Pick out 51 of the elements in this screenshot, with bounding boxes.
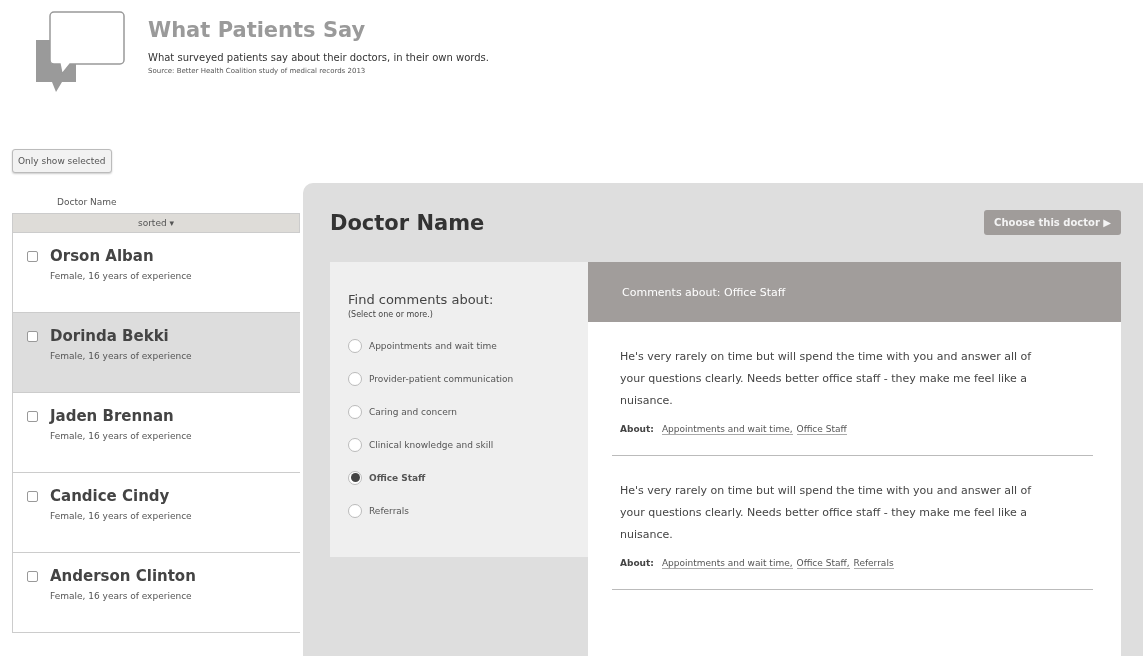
radio-button[interactable]	[348, 404, 362, 419]
doctor-row[interactable]: Dorinda Bekki Female, 16 years of experience	[12, 313, 300, 393]
doctor-row[interactable]: Anderson Clinton Female, 16 years of experience	[12, 553, 300, 633]
speech-bubbles-icon	[34, 10, 126, 92]
sort-bar[interactable]: sorted ▾	[12, 213, 300, 233]
filter-option-label[interactable]: Provider-patient communication	[369, 373, 514, 384]
checkbox[interactable]	[27, 411, 38, 422]
doctor-name: Candice Cindy	[50, 487, 171, 505]
checkbox[interactable]	[27, 331, 38, 342]
page-subtitle: What surveyed patients say about their doctors, in their own words.	[148, 52, 489, 63]
doctor-name: Dorinda Bekki	[50, 327, 170, 345]
comments-heading: Comments about: Office Staff	[588, 262, 1121, 322]
checkbox[interactable]	[27, 491, 38, 502]
only-show-selected-button[interactable]: Only show selected	[12, 149, 112, 173]
topic-link[interactable]: Appointments and wait time,	[661, 558, 793, 569]
radio-button[interactable]	[348, 470, 362, 485]
topic-link[interactable]: Appointments and wait time,	[661, 424, 793, 435]
filter-heading: Find comments about:	[348, 292, 495, 307]
comment-text: He's very rarely on time but will spend the time with you and answer all of your questions clearly. Needs better office staff - they make me feel like a nuisance.	[620, 483, 1033, 543]
doctor-title: Doctor Name	[330, 210, 485, 235]
topic-link[interactable]: Office Staff,	[796, 558, 850, 569]
doctor-name: Jaden Brennan	[50, 407, 175, 425]
filter-option-label[interactable]: Appointments and wait time	[369, 340, 497, 351]
radio-button[interactable]	[348, 338, 362, 353]
doctor-details: Female, 16 years of experience	[50, 431, 192, 441]
topic-link[interactable]: Referrals	[853, 558, 894, 569]
filter-option-label[interactable]: Office Staff	[369, 472, 426, 483]
doctor-details: Female, 16 years of experience	[50, 591, 193, 601]
doctor-row[interactable]: Candice Cindy Female, 16 years of experience	[12, 473, 300, 553]
doctor-row[interactable]: Jaden Brennan Female, 16 years of experience	[12, 393, 300, 473]
column-header: Doctor Name	[56, 196, 118, 209]
topic-link[interactable]: Office Staff	[796, 424, 847, 435]
doctor-details: Female, 16 years of experience	[50, 271, 192, 281]
doctor-name: Anderson Clinton	[50, 567, 196, 585]
comment-text: He's very rarely on time but will spend the time with you and answer all of your questions clearly. Needs better office staff - they make me feel like a nuisance.	[620, 349, 1033, 409]
about-label: About:	[620, 424, 654, 434]
checkbox[interactable]	[27, 251, 38, 262]
checkbox[interactable]	[27, 571, 38, 582]
doctor-details: Female, 16 years of experience	[50, 351, 192, 361]
radio-button[interactable]	[348, 371, 362, 386]
page-title: What Patients Say	[148, 18, 367, 42]
filter-option-label[interactable]: Clinical knowledge and skill	[369, 439, 494, 450]
filter-hint: (Select one or more.)	[348, 310, 434, 319]
radio-button[interactable]	[348, 437, 362, 452]
doctor-name: Orson Alban	[50, 247, 155, 265]
doctor-details: Female, 16 years of experience	[50, 511, 192, 521]
doctor-row[interactable]: Orson Alban Female, 16 years of experience	[12, 233, 300, 313]
radio-button[interactable]	[348, 503, 362, 518]
filter-option-label[interactable]: Caring and concern	[369, 406, 457, 417]
filter-option-label[interactable]: Referrals	[369, 505, 410, 516]
about-label: About:	[620, 558, 654, 568]
